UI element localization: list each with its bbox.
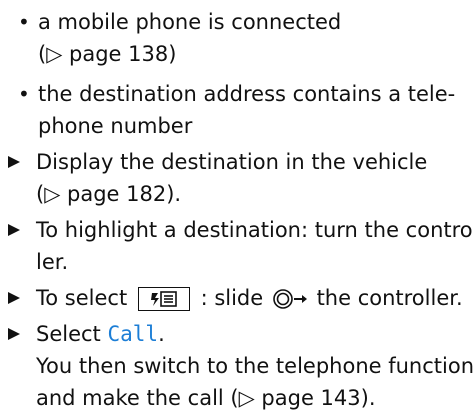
step-text-line-2: ler. — [36, 250, 69, 274]
step-suffix-1: : slide — [200, 286, 264, 310]
bullet-marker: • — [18, 82, 30, 106]
step-follow-line-2: and make the call (▷ page 143). — [36, 386, 376, 410]
step-select-label: Select — [36, 322, 101, 346]
step-text-line: To select : slide the controller. — [36, 282, 466, 314]
step-text-line-1: Select Call. — [36, 318, 466, 350]
call-menu-item[interactable]: Call — [107, 322, 158, 346]
step-arrow-icon — [8, 328, 20, 340]
step-arrow-icon — [8, 224, 20, 236]
step-arrow-icon — [8, 292, 20, 304]
step-prefix: To select — [36, 286, 128, 310]
step-text-line-1: To highlight a destination: turn the con… — [36, 218, 473, 242]
step-text-line-1: Display the destination in the vehicle — [36, 150, 428, 174]
step-suffix-2: the controller. — [316, 286, 463, 310]
step-follow-line-1: You then switch to the telephone functio… — [36, 354, 473, 378]
step-period: . — [158, 322, 165, 346]
step-arrow-icon — [8, 156, 20, 168]
bullet-text-line-2: (▷ page 138) — [38, 42, 177, 66]
step-text-line-2: (▷ page 182). — [36, 182, 182, 206]
bullet-text-line-1: a mobile phone is connected — [38, 10, 342, 34]
phone-book-key-icon — [137, 287, 190, 311]
bullet-text-line-1: the destination address contains a tele- — [38, 82, 456, 106]
slide-right-controller-icon — [272, 287, 308, 311]
instruction-page: • a mobile phone is connected (▷ page 13… — [0, 0, 473, 410]
bullet-marker: • — [18, 10, 30, 34]
bullet-text-line-2: phone number — [38, 114, 193, 138]
